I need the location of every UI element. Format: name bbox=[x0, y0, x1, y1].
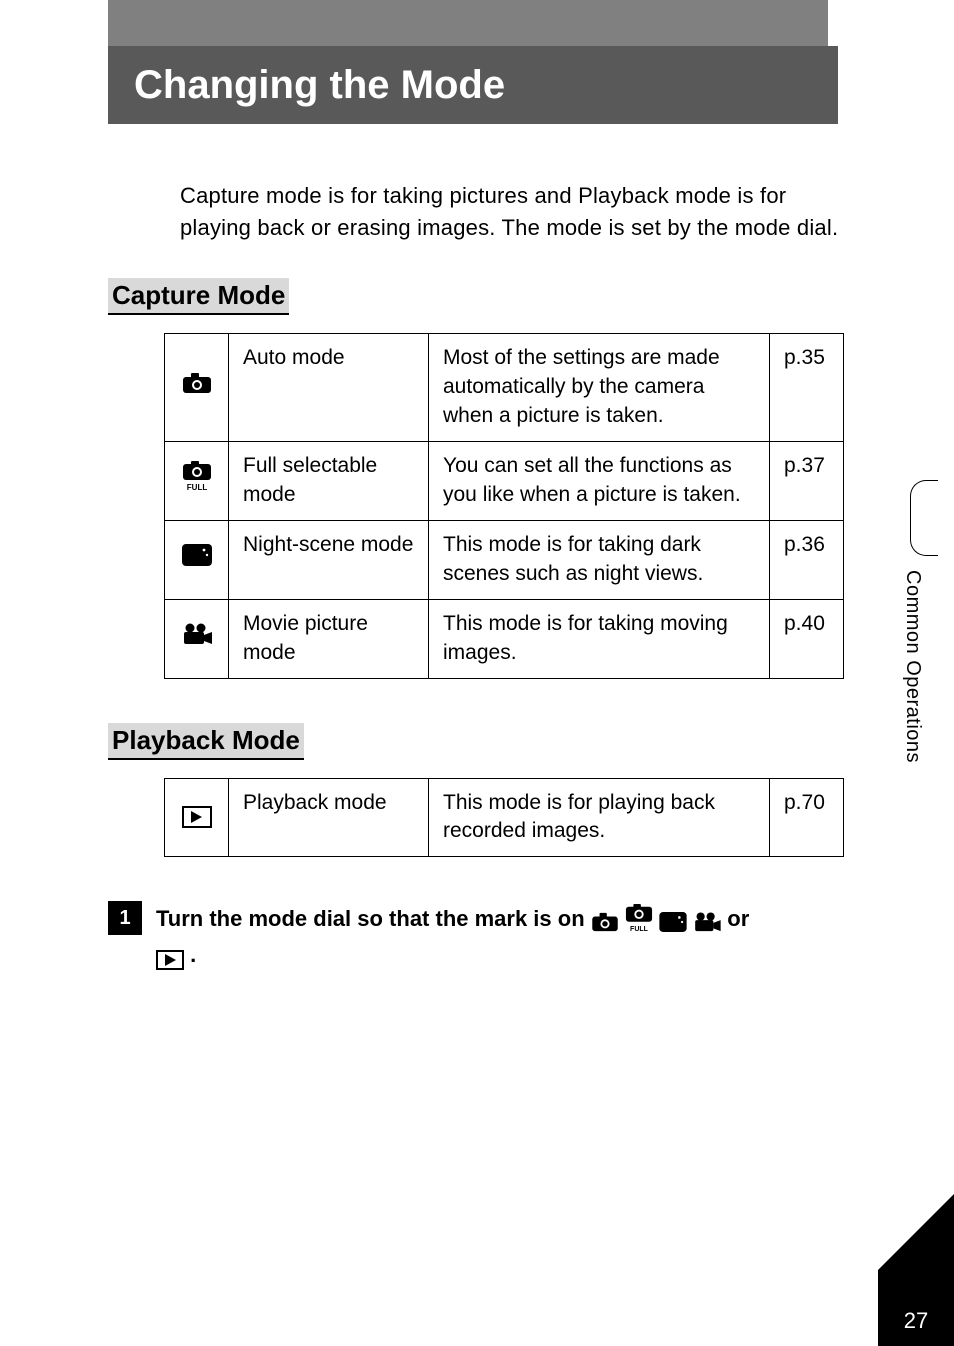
capture-mode-heading: Capture Mode bbox=[108, 278, 289, 315]
camera-full-icon: FULL bbox=[182, 461, 212, 491]
step-1: 1 Turn the mode dial so that the mark is… bbox=[108, 901, 844, 971]
mode-desc: Most of the settings are made automatica… bbox=[429, 333, 770, 441]
page-number-corner bbox=[878, 1194, 954, 1270]
intro-paragraph: Capture mode is for taking pictures and … bbox=[180, 180, 844, 244]
mode-name: Playback mode bbox=[229, 778, 429, 857]
auto-mode-icon bbox=[165, 333, 229, 441]
mode-page-ref: p.40 bbox=[770, 599, 844, 678]
step-number: 1 bbox=[108, 901, 142, 935]
mode-desc: This mode is for taking dark scenes such… bbox=[429, 520, 770, 599]
table-row: Playback mode This mode is for playing b… bbox=[165, 778, 844, 857]
camera-full-icon: FULL bbox=[625, 904, 653, 932]
mode-page-ref: p.70 bbox=[770, 778, 844, 857]
mode-desc: You can set all the functions as you lik… bbox=[429, 441, 770, 520]
movie-icon bbox=[182, 623, 212, 645]
capture-mode-table: Auto mode Most of the settings are made … bbox=[164, 333, 844, 679]
movie-picture-mode-icon bbox=[165, 599, 229, 678]
mode-name: Night-scene mode bbox=[229, 520, 429, 599]
playback-mode-heading: Playback Mode bbox=[108, 723, 304, 760]
side-tab-nub bbox=[910, 480, 938, 556]
movie-icon bbox=[693, 912, 721, 932]
table-row: FULL Full selectable mode You can set al… bbox=[165, 441, 844, 520]
play-icon bbox=[156, 950, 184, 970]
camera-icon bbox=[182, 372, 212, 394]
mode-page-ref: p.37 bbox=[770, 441, 844, 520]
mode-desc: This mode is for taking moving images. bbox=[429, 599, 770, 678]
svg-text:FULL: FULL bbox=[630, 927, 649, 933]
table-row: Night-scene mode This mode is for taking… bbox=[165, 520, 844, 599]
play-icon bbox=[182, 806, 212, 828]
page-header: Changing the Mode bbox=[108, 36, 844, 146]
mode-name: Movie picture mode bbox=[229, 599, 429, 678]
side-tab: Common Operations bbox=[890, 0, 938, 1346]
mode-desc: This mode is for playing back recorded i… bbox=[429, 778, 770, 857]
mode-name: Auto mode bbox=[229, 333, 429, 441]
night-scene-icon bbox=[182, 544, 212, 566]
step-text-before: Turn the mode dial so that the mark is o… bbox=[156, 906, 591, 931]
night-scene-mode-icon bbox=[165, 520, 229, 599]
night-scene-icon bbox=[659, 912, 687, 932]
playback-mode-table: Playback mode This mode is for playing b… bbox=[164, 778, 844, 858]
step-text: Turn the mode dial so that the mark is o… bbox=[156, 901, 844, 971]
side-tab-label: Common Operations bbox=[901, 570, 924, 763]
mode-page-ref: p.35 bbox=[770, 333, 844, 441]
table-row: Movie picture mode This mode is for taki… bbox=[165, 599, 844, 678]
step-text-line2-after: . bbox=[190, 942, 196, 967]
page-number: 27 bbox=[878, 1270, 954, 1346]
full-selectable-mode-icon: FULL bbox=[165, 441, 229, 520]
camera-icon bbox=[591, 912, 619, 932]
playback-mode-icon bbox=[165, 778, 229, 857]
page-title: Changing the Mode bbox=[108, 46, 838, 124]
mode-name: Full selectable mode bbox=[229, 441, 429, 520]
svg-text:FULL: FULL bbox=[186, 483, 207, 491]
table-row: Auto mode Most of the settings are made … bbox=[165, 333, 844, 441]
mode-page-ref: p.36 bbox=[770, 520, 844, 599]
step-text-after-icons: or bbox=[727, 906, 749, 931]
